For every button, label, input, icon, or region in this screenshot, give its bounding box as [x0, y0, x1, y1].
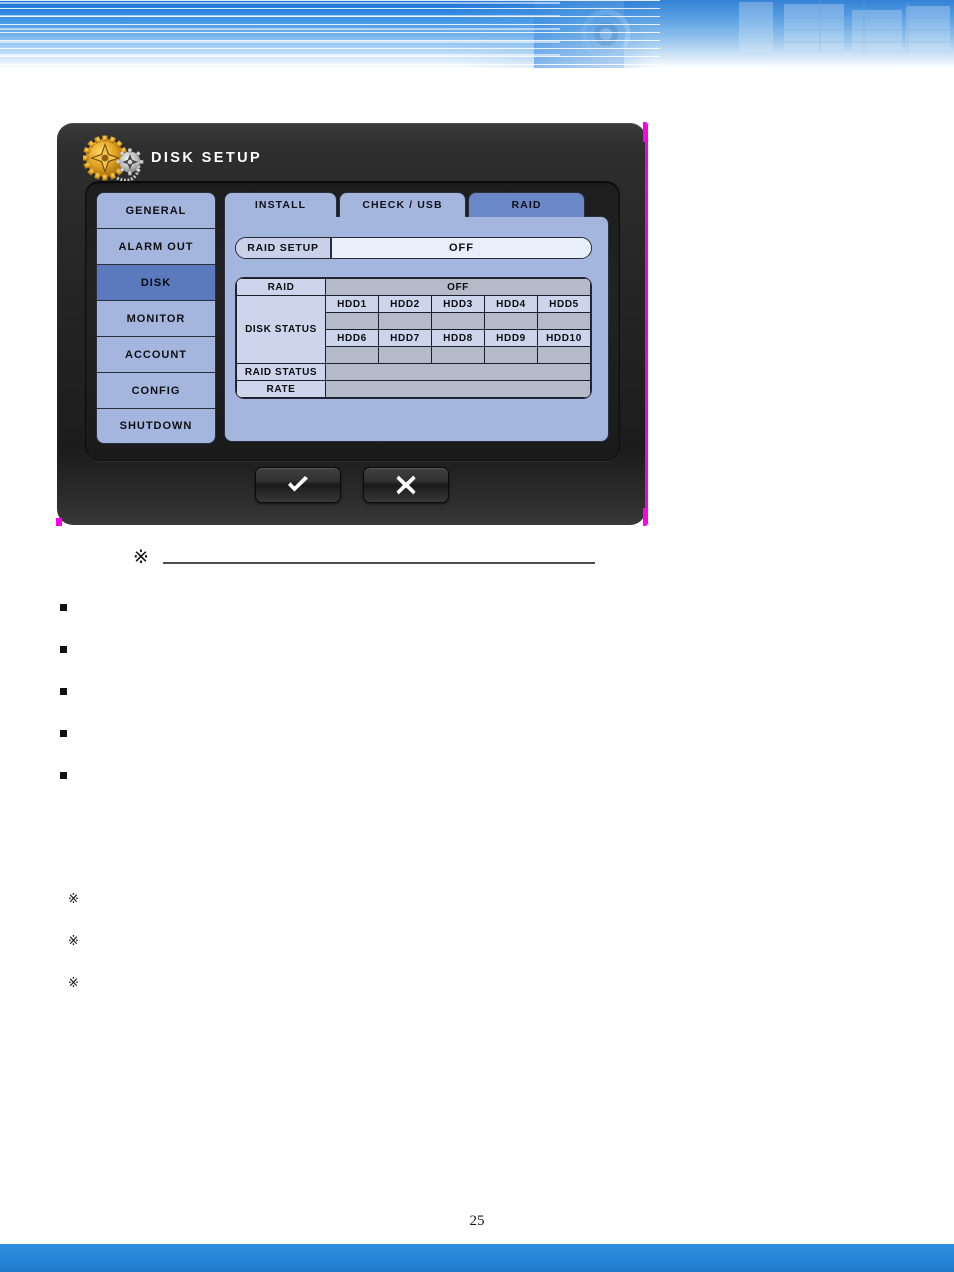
list-item	[60, 642, 760, 684]
tab-check-usb[interactable]: CHECK / USB	[339, 192, 466, 217]
sidebar-item-label: GENERAL	[125, 204, 187, 217]
hdd-value-6	[325, 346, 379, 364]
sidebar-item-label: SHUTDOWN	[119, 420, 193, 432]
raid-status-value	[325, 363, 591, 381]
hdd-value-3	[431, 312, 485, 330]
list-item: ※	[68, 893, 768, 935]
gears-icon	[82, 134, 149, 186]
dialog-title-row: DISK SETUP	[82, 135, 263, 182]
footer-bar-fill	[0, 1244, 954, 1272]
square-bullet-icon	[60, 604, 67, 611]
tab-install[interactable]: INSTALL	[224, 192, 337, 217]
dialog-title: DISK SETUP	[151, 150, 263, 166]
hdd-label-10: HDD10	[537, 329, 591, 347]
sidebar-item-label: CONFIG	[131, 384, 181, 397]
hdd-label-8: HDD8	[431, 329, 485, 347]
settings-panel: GENERAL ALARM OUT DISK MONITOR ACCOUNT C…	[85, 181, 620, 461]
hdd-value-8	[431, 346, 485, 364]
hdd-value-2	[378, 312, 432, 330]
cancel-button[interactable]	[362, 467, 449, 503]
table-row-rate: RATE	[236, 380, 591, 398]
tab-label: RAID	[511, 199, 542, 211]
list-item: ※	[68, 935, 768, 977]
disk-status-label: DISK STATUS	[236, 295, 326, 364]
raid-setup-row: RAID SETUP OFF	[235, 237, 592, 259]
reference-mark-icon: ※	[68, 892, 79, 907]
raid-tab-panel: RAID SETUP OFF RAID OFF DISK STATUS HDD1…	[224, 216, 609, 442]
note-heading: ※	[133, 548, 595, 567]
hdd-label-9: HDD9	[484, 329, 538, 347]
disk-setup-dialog: DISK SETUP GENERAL ALARM OUT DISK MONITO…	[56, 122, 648, 526]
banner-stripes-secondary	[0, 2, 560, 66]
rate-value	[325, 380, 591, 398]
reference-mark-icon: ※	[68, 934, 79, 949]
sidebar-item-disk[interactable]: DISK	[96, 264, 216, 300]
raid-row-value: OFF	[325, 278, 591, 296]
reference-list: ※ ※ ※	[68, 893, 768, 1019]
hdd-value-4	[484, 312, 538, 330]
square-bullet-icon	[60, 772, 67, 779]
hdd-label-3: HDD3	[431, 295, 485, 313]
disk-status-table: RAID OFF DISK STATUS HDD1 HDD2 HDD3 HDD4…	[235, 277, 592, 399]
list-item	[60, 768, 760, 810]
sidebar-item-label: DISK	[140, 276, 172, 289]
tab-raid[interactable]: RAID	[468, 192, 585, 217]
page-header-banner	[0, 0, 954, 68]
rate-label: RATE	[236, 380, 326, 398]
table-row-raid-status: RAID STATUS	[236, 363, 591, 381]
hdd-value-7	[378, 346, 432, 364]
hdd-value-1	[325, 312, 379, 330]
check-icon	[287, 476, 308, 492]
hdd-label-4: HDD4	[484, 295, 538, 313]
table-row-hdd-names-1: DISK STATUS HDD1 HDD2 HDD3 HDD4 HDD5	[236, 295, 591, 364]
sidebar-item-label: ALARM OUT	[118, 240, 194, 253]
square-bullet-icon	[60, 730, 67, 737]
list-item	[60, 600, 760, 642]
sidebar-item-general[interactable]: GENERAL	[96, 192, 216, 228]
note-underline-rule	[162, 562, 595, 564]
hdd-value-9	[484, 346, 538, 364]
sidebar-item-config[interactable]: CONFIG	[96, 372, 216, 408]
square-bullet-icon	[60, 646, 67, 653]
tab-label: INSTALL	[254, 199, 307, 211]
sidebar-item-alarm-out[interactable]: ALARM OUT	[96, 228, 216, 264]
raid-status-label: RAID STATUS	[236, 363, 326, 381]
raid-row-label: RAID	[236, 278, 326, 296]
cross-icon	[396, 475, 415, 495]
tab-row: INSTALL CHECK / USB RAID	[224, 192, 609, 217]
reference-mark-icon: ※	[133, 546, 149, 568]
sidebar-item-monitor[interactable]: MONITOR	[96, 300, 216, 336]
hdd-label-7: HDD7	[378, 329, 432, 347]
sidebar-item-label: ACCOUNT	[125, 348, 187, 361]
reference-mark-icon: ※	[68, 976, 79, 991]
dialog-button-row	[57, 467, 646, 503]
sidebar-item-account[interactable]: ACCOUNT	[96, 336, 216, 372]
page-footer-bar	[0, 1244, 954, 1272]
raid-setup-label: RAID SETUP	[236, 238, 332, 258]
raid-setup-value[interactable]: OFF	[332, 238, 591, 258]
hdd-label-6: HDD6	[325, 329, 379, 347]
list-item	[60, 684, 760, 726]
sidebar-item-label: MONITOR	[126, 312, 186, 325]
bullet-list	[60, 600, 760, 810]
hdd-label-5: HDD5	[537, 295, 591, 313]
edge-key-artifact-right	[645, 137, 648, 511]
hdd-label-2: HDD2	[378, 295, 432, 313]
list-item: ※	[68, 977, 768, 1019]
square-bullet-icon	[60, 688, 67, 695]
tab-label: CHECK / USB	[362, 199, 443, 211]
hdd-value-10	[537, 346, 591, 364]
sidebar-menu: GENERAL ALARM OUT DISK MONITOR ACCOUNT C…	[96, 192, 216, 444]
table-row-raid: RAID OFF	[236, 278, 591, 296]
hdd-label-1: HDD1	[325, 295, 379, 313]
page-number: 25	[469, 1213, 485, 1229]
sidebar-item-shutdown[interactable]: SHUTDOWN	[96, 408, 216, 444]
edge-key-artifact-bottom-left	[56, 518, 62, 526]
hdd-value-5	[537, 312, 591, 330]
edge-key-artifact-bottom-right	[643, 508, 648, 526]
tab-area: INSTALL CHECK / USB RAID RAID SETUP OFF …	[224, 192, 609, 442]
confirm-button[interactable]	[254, 467, 341, 503]
list-item	[60, 726, 760, 768]
